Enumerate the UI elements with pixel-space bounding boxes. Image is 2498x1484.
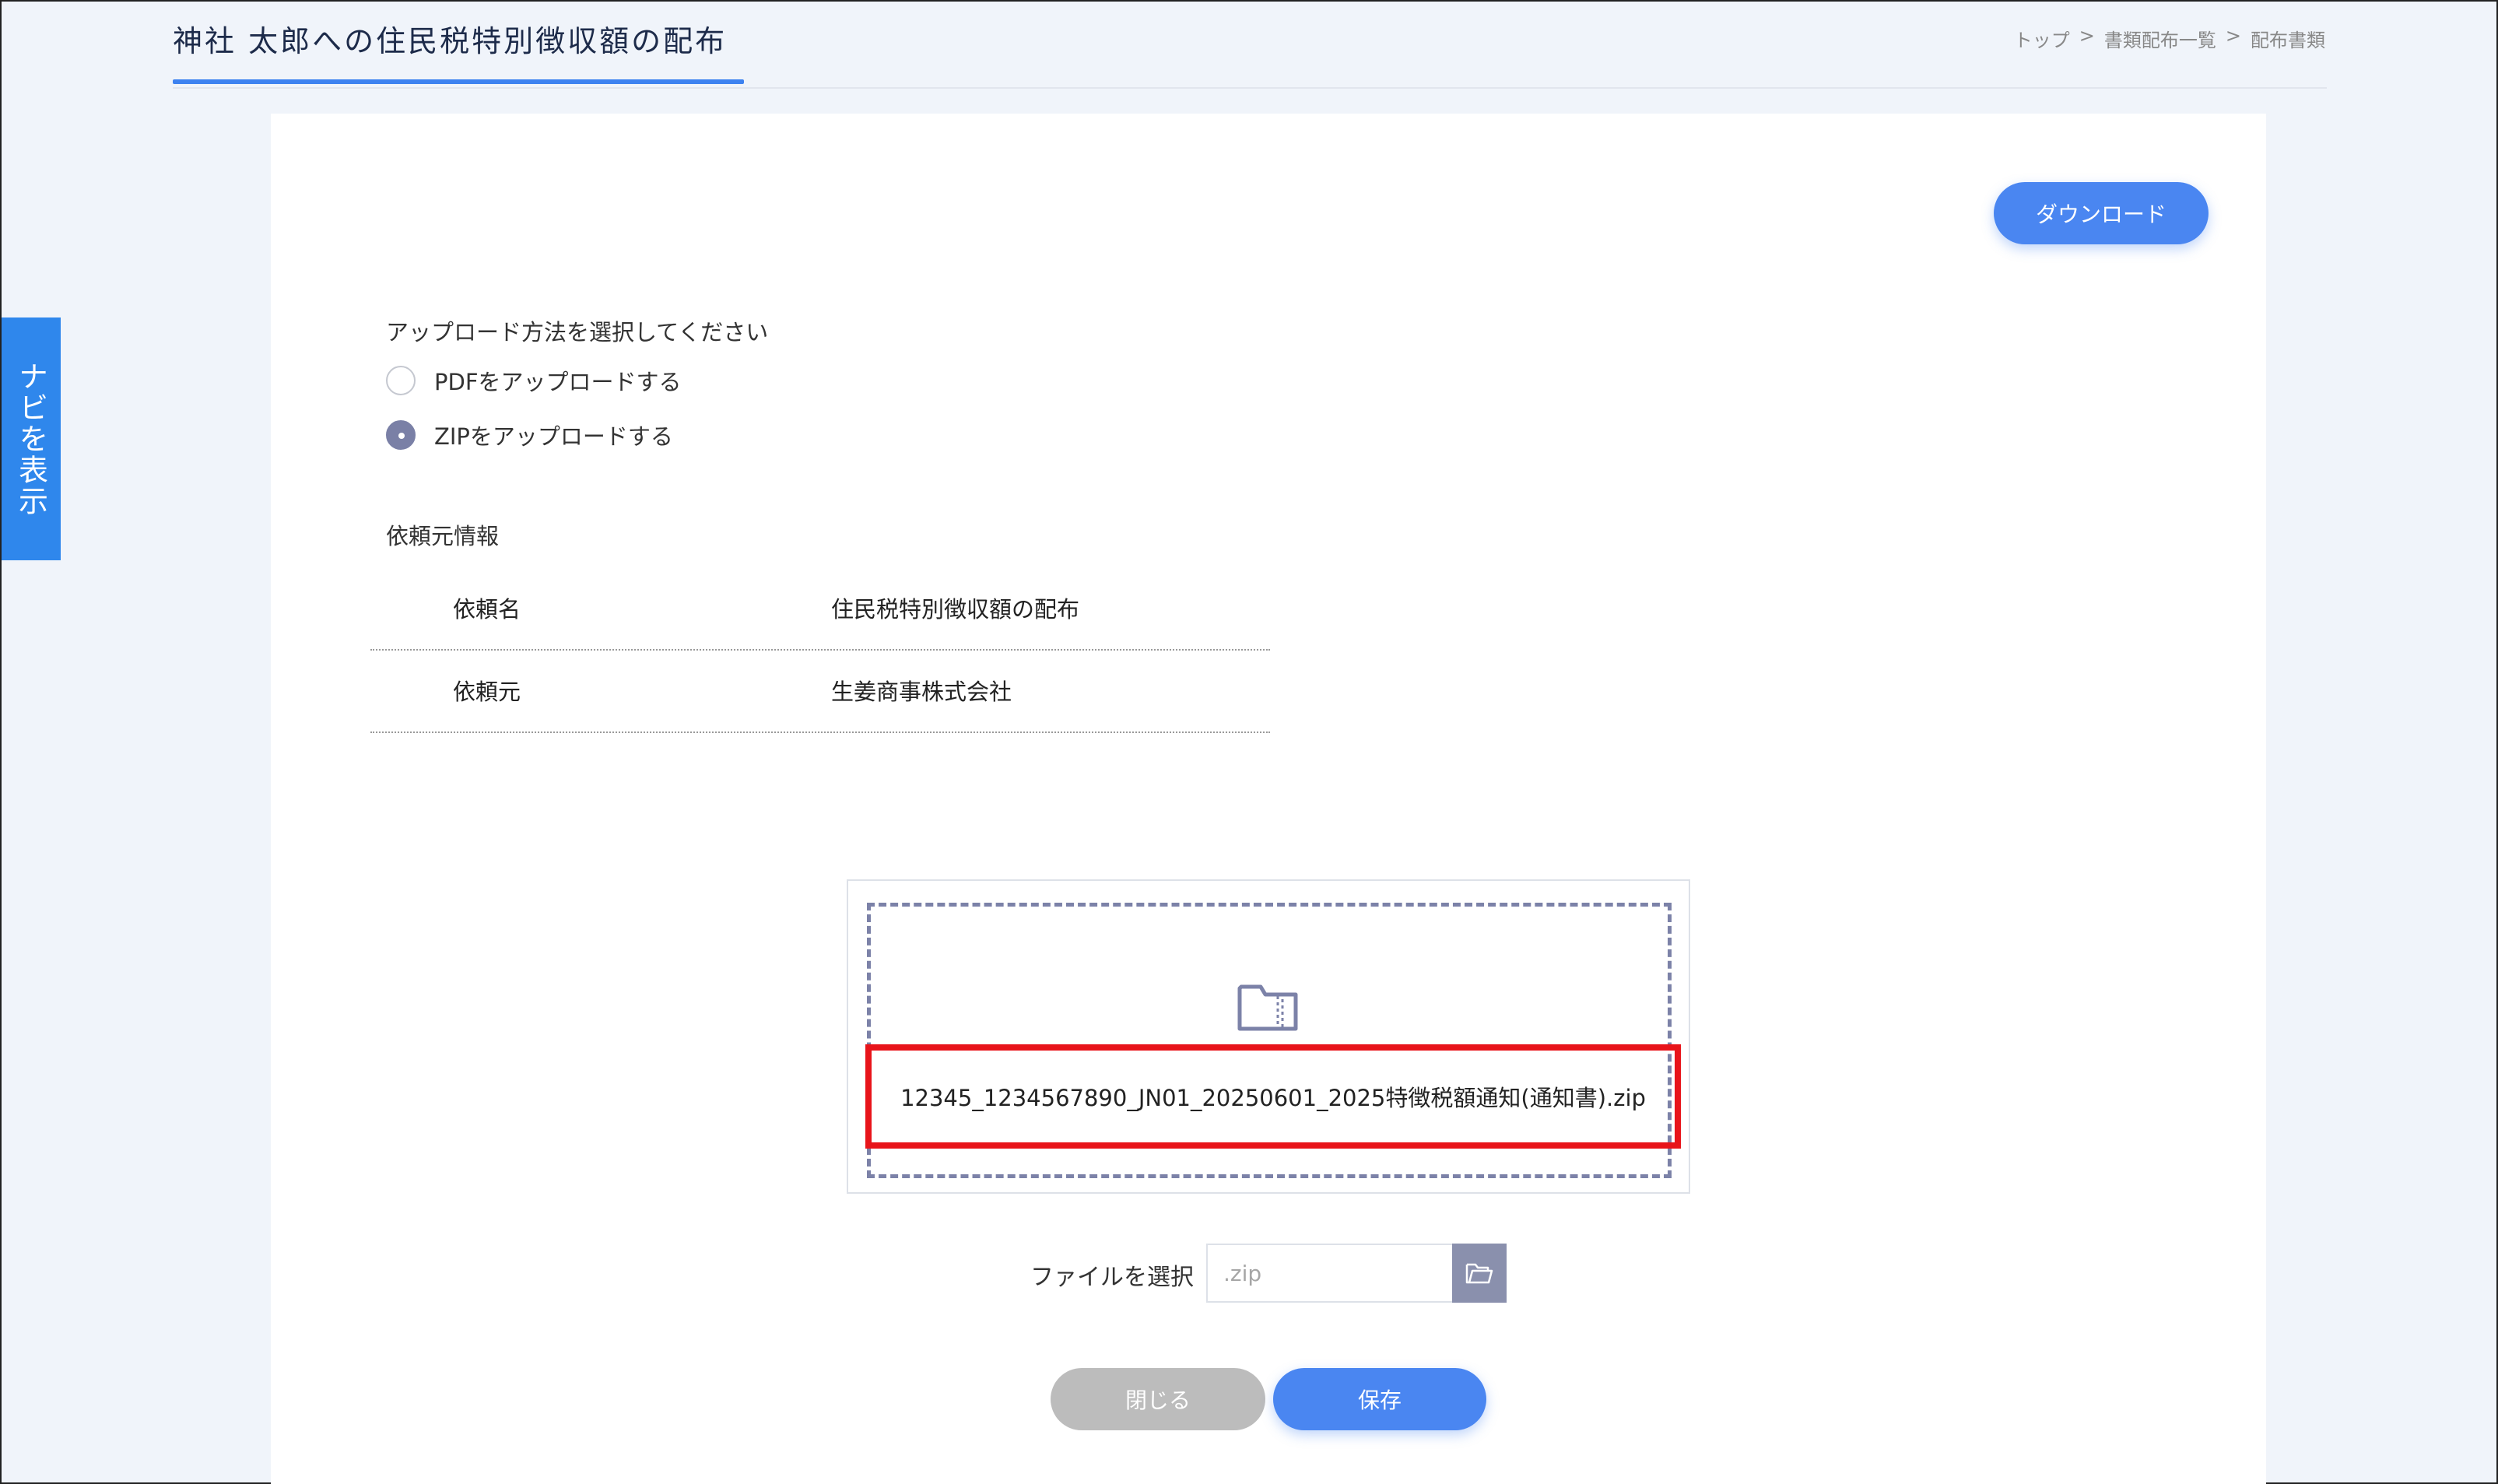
save-button[interactable]: 保存: [1273, 1368, 1486, 1430]
folder-open-icon: [1465, 1263, 1493, 1284]
radio-pdf-label: PDFをアップロードする: [434, 369, 682, 395]
info-value: 住民税特別徴収額の配布: [831, 596, 1080, 623]
zip-folder-icon: [1237, 984, 1298, 1031]
radio-option-zip[interactable]: ZIPをアップロードする: [386, 419, 673, 451]
radio-option-pdf[interactable]: PDFをアップロードする: [386, 364, 682, 397]
browse-file-button[interactable]: [1452, 1244, 1507, 1303]
show-nav-tab[interactable]: ナビを表示: [2, 317, 61, 560]
info-value: 生姜商事株式会社: [831, 679, 1012, 705]
upload-method-prompt: アップロード方法を選択してください: [386, 319, 769, 346]
info-key: 依頼元: [453, 679, 521, 705]
breadcrumb-document-list[interactable]: 書類配布一覧: [2104, 25, 2216, 52]
radio-pdf[interactable]: [386, 366, 416, 395]
breadcrumb-current: 配布書類: [2251, 30, 2325, 51]
requester-section-label: 依頼元情報: [386, 523, 500, 549]
info-row-request-name: 依頼名 住民税特別徴収額の配布: [370, 568, 1270, 651]
title-underline: [173, 79, 744, 84]
filename-highlight-box: [865, 1044, 1681, 1149]
radio-zip-label: ZIPをアップロードする: [434, 423, 673, 450]
info-key: 依頼名: [453, 596, 521, 623]
breadcrumb-separator: >: [2225, 25, 2241, 47]
close-button[interactable]: 閉じる: [1051, 1368, 1265, 1430]
breadcrumb: トップ > 書類配布一覧 > 配布書類: [2014, 25, 2325, 52]
header-divider: [173, 87, 2327, 89]
breadcrumb-separator: >: [2079, 25, 2095, 47]
breadcrumb-top[interactable]: トップ: [2014, 25, 2070, 52]
radio-zip[interactable]: [386, 420, 416, 450]
file-select-label: ファイルを選択: [1030, 1264, 1194, 1291]
download-button[interactable]: ダウンロード: [1994, 182, 2209, 244]
info-row-requester: 依頼元 生姜商事株式会社: [370, 651, 1270, 733]
page-title: 神社 太郎への住民税特別徴収額の配布: [173, 24, 728, 58]
file-path-input[interactable]: [1206, 1244, 1454, 1303]
